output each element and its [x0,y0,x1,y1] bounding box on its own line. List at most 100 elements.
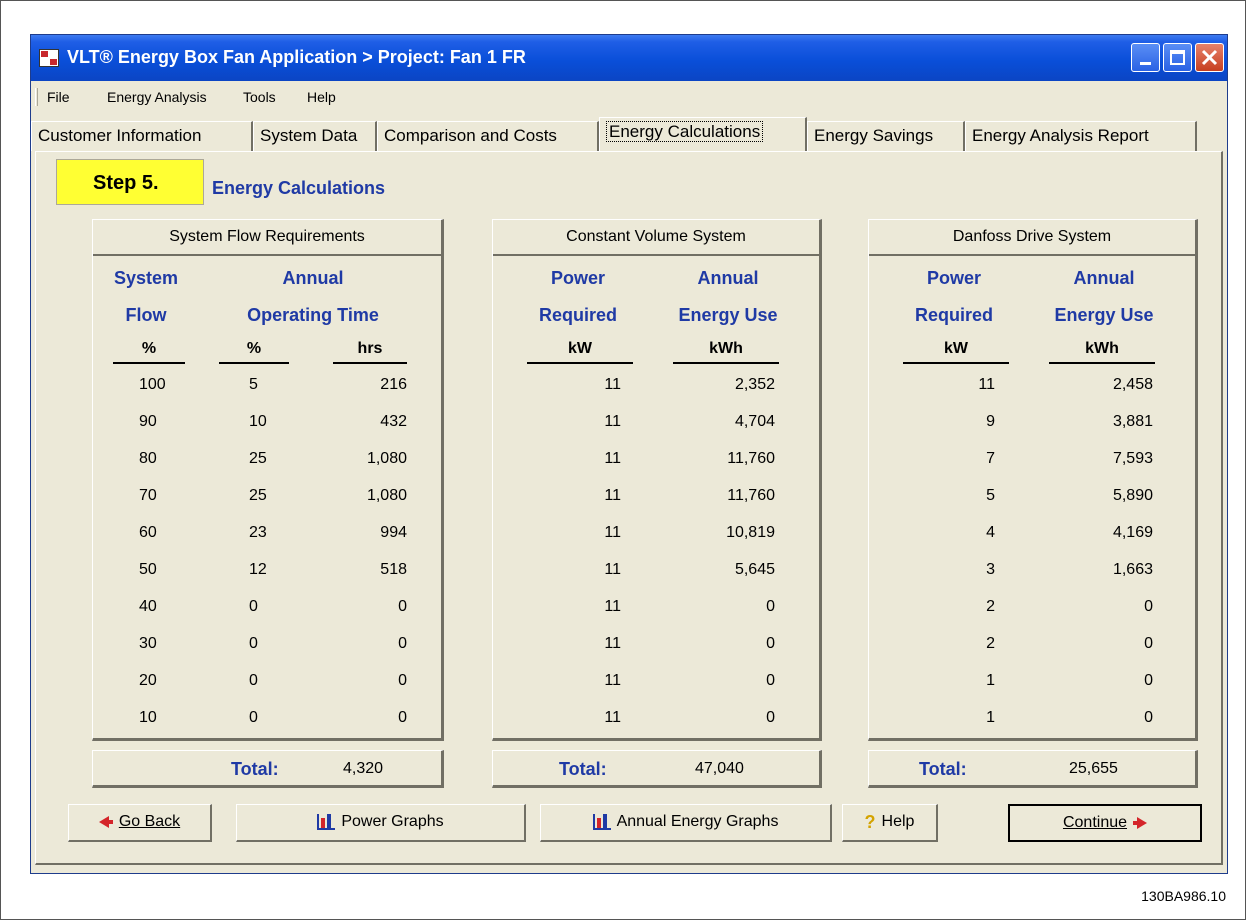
tab-energy-analysis-report[interactable]: Energy Analysis Report [965,121,1197,151]
table-cell: 1,080 [366,450,407,467]
total-label: Total: [231,759,279,779]
total-value: 47,040 [695,760,744,777]
menu-tools[interactable]: Tools [243,89,276,105]
table-cell: 3,881 [1112,413,1153,430]
danfoss-drive-total: Total: 25,655 [868,750,1198,788]
col-head-power: Power [926,268,982,288]
col-head-annual: Annual [1073,268,1135,288]
table-cell: 11,760 [727,487,775,504]
group-header: Danfoss Drive System [869,220,1195,256]
table-cell: 0 [1144,709,1153,726]
tab-strip: Customer Information System Data Compari… [31,117,1227,151]
table-cell: 0 [766,709,775,726]
table-cell: 5 [986,487,995,504]
menu-help[interactable]: Help [307,89,336,105]
app-icon[interactable] [39,49,59,67]
table-cell: 11,760 [727,450,775,467]
col-head-energy-use: Energy Use [678,305,778,325]
col-head-annual: Annual [282,268,344,288]
help-button[interactable]: ? Help [842,804,938,842]
menu-file[interactable]: File [47,89,70,105]
arrow-left-icon [98,815,109,828]
table-cell: 11 [604,524,621,541]
bar-chart-icon [317,813,336,830]
table-cell: 0 [398,672,407,689]
table-cell: 11 [604,450,621,467]
table-cell: 0 [249,598,258,615]
table-cell: 20 [139,672,157,689]
continue-button[interactable]: Continue [1008,804,1202,842]
window-title: VLT® Energy Box Fan Application > Projec… [67,47,526,67]
table-cell: 994 [380,524,407,541]
go-back-label: Go Back [118,813,181,830]
maximize-icon [1170,50,1185,65]
table-cell: 100 [139,376,166,393]
minimize-icon [1140,62,1151,65]
menu-energy-analysis[interactable]: Energy Analysis [107,89,207,105]
power-graphs-button[interactable]: Power Graphs [236,804,526,842]
table-cell: 1,663 [1112,561,1153,578]
page-title: Energy Calculations [212,178,386,198]
table-cell: 11 [604,672,621,689]
menu-grip [35,88,38,106]
danfoss-drive-group: Danfoss Drive System Power Required Annu… [868,219,1198,741]
tab-customer-information[interactable]: Customer Information [31,121,253,151]
table-cell: 0 [1144,598,1153,615]
table-cell: 30 [139,635,157,652]
tab-comparison-and-costs[interactable]: Comparison and Costs [377,121,599,151]
title-bar[interactable]: VLT® Energy Box Fan Application > Projec… [31,35,1227,81]
unit-kwh: kWh [673,340,779,364]
arrow-right-icon [1137,816,1148,829]
tab-energy-savings[interactable]: Energy Savings [807,121,965,151]
col-head-operating-time: Operating Time [247,305,379,325]
table-cell: 0 [766,635,775,652]
table-cell: 2,352 [734,376,775,393]
group-header: System Flow Requirements [93,220,441,256]
table-cell: 216 [380,376,407,393]
table-cell: 11 [604,561,621,578]
total-label: Total: [559,759,607,779]
table-cell: 0 [766,672,775,689]
table-cell: 10 [249,413,267,430]
constant-volume-group: Constant Volume System Power Required An… [492,219,822,741]
table-cell: 0 [249,635,258,652]
table-cell: 1 [986,709,995,726]
table-cell: 4,704 [734,413,775,430]
table-cell: 4,169 [1112,524,1153,541]
bar-chart-icon [592,813,611,830]
col-head-system: System [113,268,179,288]
unit-hrs: hrs [333,340,407,364]
tab-energy-calculations[interactable]: Energy Calculations [599,117,807,151]
power-graphs-label: Power Graphs [341,813,444,830]
col-head-required: Required [914,305,993,325]
table-cell: 518 [380,561,407,578]
step-badge: Step 5. [56,159,204,205]
total-value: 25,655 [1069,760,1118,777]
system-flow-group: System Flow Requirements System Flow Ann… [92,219,444,741]
tab-system-data[interactable]: System Data [253,121,377,151]
continue-label: Continue [1062,814,1128,831]
close-button[interactable] [1195,43,1224,72]
col-head-required: Required [538,305,617,325]
table-cell: 2 [986,598,995,615]
table-cell: 60 [139,524,157,541]
total-label: Total: [919,759,967,779]
table-cell: 11 [604,413,621,430]
table-cell: 2,458 [1112,376,1153,393]
table-cell: 0 [249,672,258,689]
question-mark-icon: ? [864,812,876,832]
minimize-button[interactable] [1131,43,1160,72]
table-cell: 9 [986,413,995,430]
table-cell: 11 [604,598,621,615]
table-cell: 90 [139,413,157,430]
table-cell: 7 [986,450,995,467]
table-cell: 0 [1144,635,1153,652]
table-cell: 70 [139,487,157,504]
tab-energy-calculations-label: Energy Calculations [606,121,764,142]
table-cell: 3 [986,561,995,578]
maximize-button[interactable] [1163,43,1192,72]
annual-energy-graphs-button[interactable]: Annual Energy Graphs [540,804,832,842]
unit-percent: % [113,340,185,364]
tab-panel: Step 5. Energy Calculations System Flow … [35,151,1223,865]
go-back-button[interactable]: Go Back [68,804,212,842]
